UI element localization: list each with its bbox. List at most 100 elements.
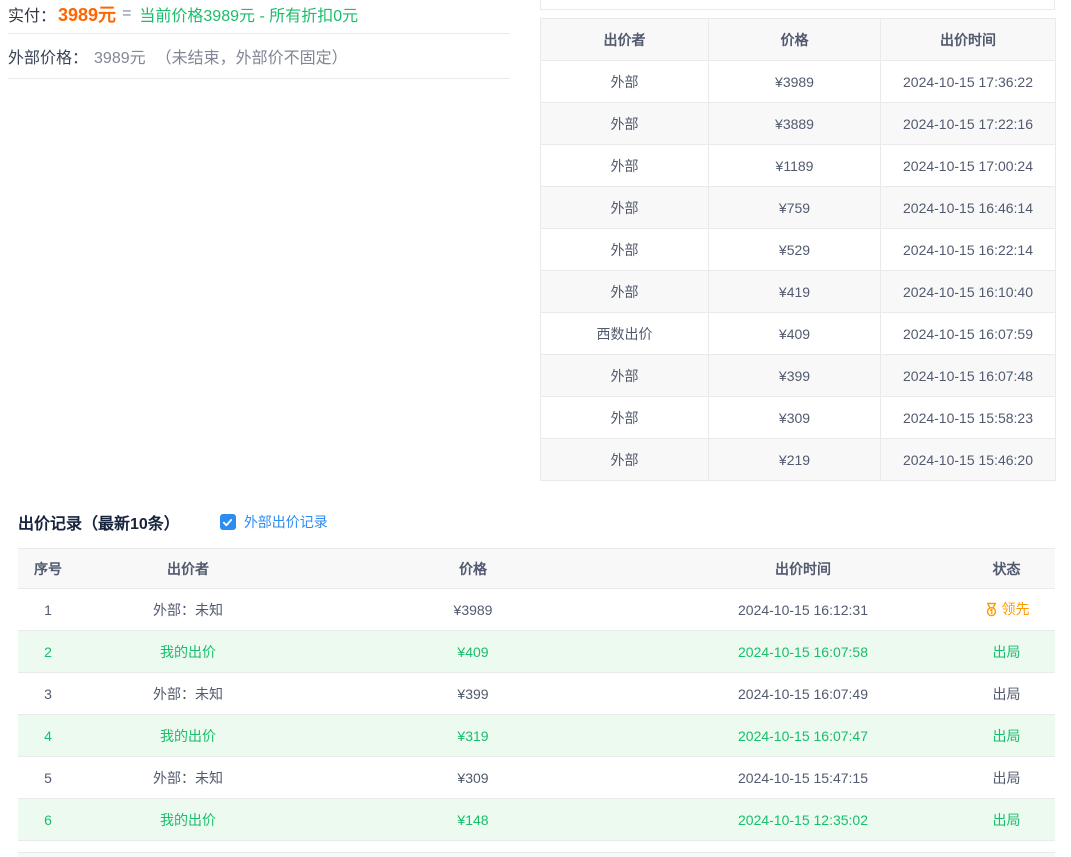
time-cell: 2024-10-15 17:00:24 bbox=[881, 145, 1056, 187]
bidder-cell: 外部 bbox=[541, 61, 709, 103]
status-text: 领先 bbox=[1002, 599, 1030, 619]
bidder-cell: 外部 bbox=[541, 229, 709, 271]
check-icon bbox=[222, 517, 233, 528]
time-cell: 2024-10-15 16:46:14 bbox=[881, 187, 1056, 229]
price-cell: ¥148 bbox=[298, 799, 648, 841]
bidder-cell: 外部 bbox=[541, 397, 709, 439]
equals-sign: = bbox=[122, 5, 131, 23]
price-cell: ¥529 bbox=[709, 229, 881, 271]
time-cell: 2024-10-15 16:07:49 bbox=[648, 673, 958, 715]
price-cell: ¥309 bbox=[709, 397, 881, 439]
seq-cell: 3 bbox=[18, 673, 78, 715]
price-cell: ¥219 bbox=[709, 439, 881, 481]
price-cell: ¥3989 bbox=[709, 61, 881, 103]
bidder-cell: 我的出价 bbox=[78, 799, 298, 841]
status-cell: 出局 bbox=[958, 799, 1055, 841]
column-header: 价格 bbox=[298, 549, 648, 589]
time-cell: 2024-10-15 15:46:20 bbox=[881, 439, 1056, 481]
table-row: 外部¥38892024-10-15 17:22:16 bbox=[541, 103, 1056, 145]
column-header: 价格 bbox=[709, 19, 881, 61]
leading-status-badge: 领先 bbox=[984, 599, 1030, 619]
paid-value: 3989元 bbox=[58, 1, 116, 27]
table-row: 西数出价¥4092024-10-15 16:07:59 bbox=[541, 313, 1056, 355]
table-row: 外部¥7592024-10-15 16:46:14 bbox=[541, 187, 1056, 229]
bid-records-title: 出价记录（最新10条） bbox=[18, 510, 180, 534]
seq-cell: 6 bbox=[18, 799, 78, 841]
table-row: 外部¥3992024-10-15 16:07:48 bbox=[541, 355, 1056, 397]
seq-cell: 5 bbox=[18, 757, 78, 799]
table-row: 外部¥3092024-10-15 15:58:23 bbox=[541, 397, 1056, 439]
column-header: 出价者 bbox=[541, 19, 709, 61]
bidder-cell: 我的出价 bbox=[78, 631, 298, 673]
external-price-value: 3989元 bbox=[94, 44, 146, 68]
bidder-cell: 外部 bbox=[541, 145, 709, 187]
external-price-line: 外部价格： 3989元 （未结束，外部价不固定） bbox=[8, 34, 510, 79]
external-bids-header-row: 出价者价格出价时间 bbox=[541, 19, 1056, 61]
seq-cell: 4 bbox=[18, 715, 78, 757]
bid-records-table: 序号出价者价格出价时间状态 1外部：未知¥39892024-10-15 16:1… bbox=[18, 548, 1055, 841]
bidder-cell: 外部 bbox=[541, 271, 709, 313]
price-cell: ¥319 bbox=[298, 715, 648, 757]
bid-records-header: 出价记录（最新10条） 外部出价记录 bbox=[18, 508, 1055, 536]
time-cell: 2024-10-15 12:35:02 bbox=[648, 799, 958, 841]
time-cell: 2024-10-15 16:07:48 bbox=[881, 355, 1056, 397]
price-formula: 当前价格3989元 - 所有折扣0元 bbox=[139, 2, 358, 26]
bidder-cell: 外部 bbox=[541, 355, 709, 397]
external-records-checkbox[interactable]: 外部出价记录 bbox=[220, 512, 328, 532]
table-row: 5外部：未知¥3092024-10-15 15:47:15出局 bbox=[18, 757, 1055, 799]
next-row-sliver bbox=[18, 852, 1055, 857]
column-header: 状态 bbox=[958, 549, 1055, 589]
seq-cell: 2 bbox=[18, 631, 78, 673]
status-cell: 出局 bbox=[958, 715, 1055, 757]
cutoff-element-sliver bbox=[540, 0, 1055, 10]
time-cell: 2024-10-15 16:12:31 bbox=[648, 589, 958, 631]
column-header: 出价时间 bbox=[648, 549, 958, 589]
time-cell: 2024-10-15 16:07:47 bbox=[648, 715, 958, 757]
table-row: 3外部：未知¥3992024-10-15 16:07:49出局 bbox=[18, 673, 1055, 715]
external-price-label: 外部价格： bbox=[8, 44, 88, 68]
price-cell: ¥3989 bbox=[298, 589, 648, 631]
time-cell: 2024-10-15 17:36:22 bbox=[881, 61, 1056, 103]
price-cell: ¥309 bbox=[298, 757, 648, 799]
table-row: 外部¥11892024-10-15 17:00:24 bbox=[541, 145, 1056, 187]
bidder-cell: 西数出价 bbox=[541, 313, 709, 355]
external-bids-table: 出价者价格出价时间 外部¥39892024-10-15 17:36:22外部¥3… bbox=[540, 18, 1056, 481]
status-cell: 领先 bbox=[958, 589, 1055, 631]
column-header: 出价者 bbox=[78, 549, 298, 589]
table-row: 4我的出价¥3192024-10-15 16:07:47出局 bbox=[18, 715, 1055, 757]
time-cell: 2024-10-15 16:10:40 bbox=[881, 271, 1056, 313]
checkbox-checked-icon[interactable] bbox=[220, 514, 236, 530]
time-cell: 2024-10-15 17:22:16 bbox=[881, 103, 1056, 145]
bidder-cell: 我的出价 bbox=[78, 715, 298, 757]
bidder-cell: 外部 bbox=[541, 187, 709, 229]
external-bids-panel: 出价者价格出价时间 外部¥39892024-10-15 17:36:22外部¥3… bbox=[540, 0, 1055, 481]
status-cell: 出局 bbox=[958, 673, 1055, 715]
paid-line: 实付： 3989元 = 当前价格3989元 - 所有折扣0元 bbox=[8, 0, 510, 34]
bid-records-panel: 序号出价者价格出价时间状态 1外部：未知¥39892024-10-15 16:1… bbox=[18, 548, 1055, 841]
price-cell: ¥409 bbox=[709, 313, 881, 355]
price-cell: ¥399 bbox=[709, 355, 881, 397]
status-cell: 出局 bbox=[958, 631, 1055, 673]
table-row: 外部¥39892024-10-15 17:36:22 bbox=[541, 61, 1056, 103]
column-header: 出价时间 bbox=[881, 19, 1056, 61]
time-cell: 2024-10-15 16:22:14 bbox=[881, 229, 1056, 271]
price-cell: ¥3889 bbox=[709, 103, 881, 145]
price-cell: ¥419 bbox=[709, 271, 881, 313]
column-header: 序号 bbox=[18, 549, 78, 589]
bidder-cell: 外部：未知 bbox=[78, 673, 298, 715]
external-bids-tbody: 外部¥39892024-10-15 17:36:22外部¥38892024-10… bbox=[541, 61, 1056, 481]
paid-label: 实付： bbox=[8, 2, 56, 26]
payment-summary: 实付： 3989元 = 当前价格3989元 - 所有折扣0元 外部价格： 398… bbox=[8, 0, 510, 79]
table-row: 1外部：未知¥39892024-10-15 16:12:31领先 bbox=[18, 589, 1055, 631]
price-cell: ¥1189 bbox=[709, 145, 881, 187]
time-cell: 2024-10-15 15:47:15 bbox=[648, 757, 958, 799]
bidder-cell: 外部 bbox=[541, 103, 709, 145]
external-records-checkbox-label[interactable]: 外部出价记录 bbox=[244, 512, 328, 532]
table-row: 外部¥4192024-10-15 16:10:40 bbox=[541, 271, 1056, 313]
table-row: 外部¥2192024-10-15 15:46:20 bbox=[541, 439, 1056, 481]
seq-cell: 1 bbox=[18, 589, 78, 631]
time-cell: 2024-10-15 15:58:23 bbox=[881, 397, 1056, 439]
status-cell: 出局 bbox=[958, 757, 1055, 799]
bid-records-tbody: 1外部：未知¥39892024-10-15 16:12:31领先2我的出价¥40… bbox=[18, 589, 1055, 841]
time-cell: 2024-10-15 16:07:59 bbox=[881, 313, 1056, 355]
